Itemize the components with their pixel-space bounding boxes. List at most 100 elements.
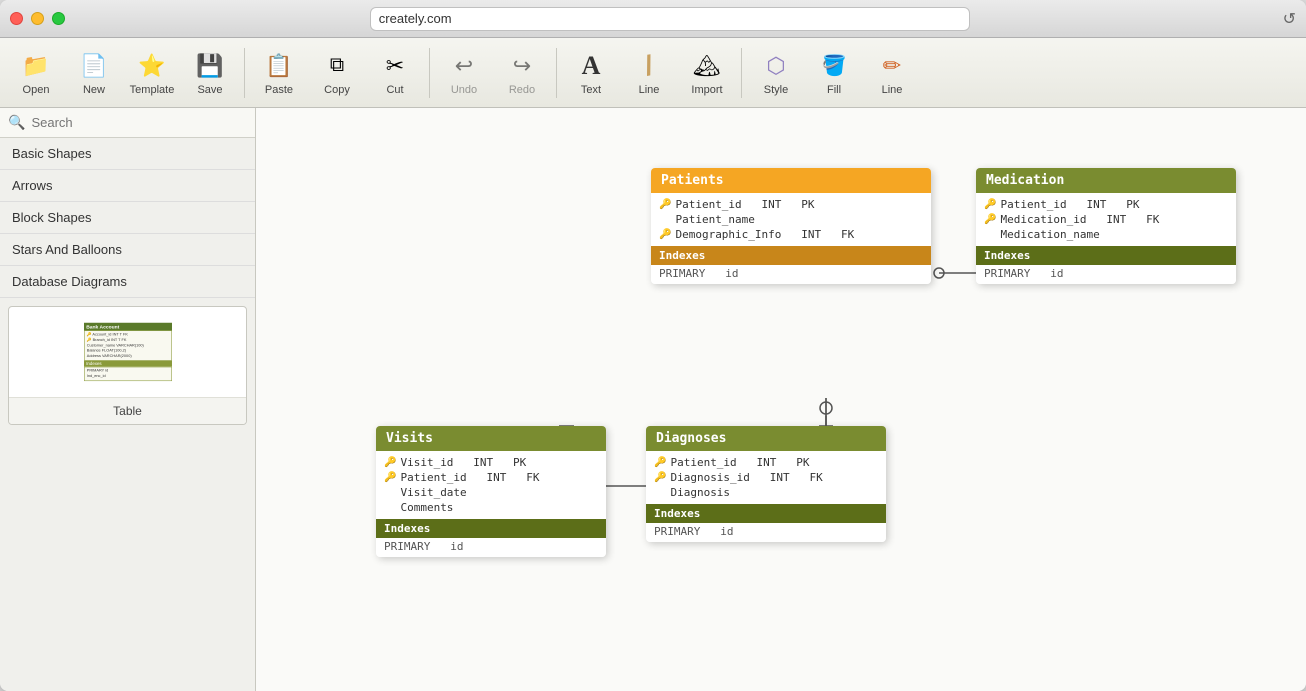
open-button[interactable]: Open — [8, 43, 64, 103]
toolbar: Open New Template Save Paste Copy Cut — [0, 38, 1306, 108]
import-icon — [691, 50, 723, 82]
table-diagnoses[interactable]: Diagnoses 🔑 Patient_id INT PK 🔑 Diagnosi… — [646, 426, 886, 542]
medication-header: Medication — [976, 168, 1236, 193]
copy-button[interactable]: Copy — [309, 43, 365, 103]
search-box[interactable]: 🔍 — [0, 108, 255, 138]
diagnoses-row-2: 🔑 Diagnosis_id INT FK — [654, 470, 878, 485]
preview-image: Bank Account 🔑 Account_id INT T FK 🔑 Bra… — [9, 307, 246, 397]
table-medication[interactable]: Medication 🔑 Patient_id INT PK 🔑 Medicat… — [976, 168, 1236, 284]
copy-label: Copy — [324, 84, 350, 96]
app-window: creately.com ↺ Open New Template Save Pa… — [0, 0, 1306, 691]
url-text: creately.com — [379, 11, 452, 26]
mini-table-preview: Bank Account 🔑 Account_id INT T FK 🔑 Bra… — [84, 323, 172, 381]
minimize-button[interactable] — [31, 12, 44, 25]
toolbar-separator-3 — [556, 48, 557, 98]
fill-icon — [818, 50, 850, 82]
save-button[interactable]: Save — [182, 43, 238, 103]
visits-row-2: 🔑 Patient_id INT FK — [384, 470, 598, 485]
redo-icon — [506, 50, 538, 82]
line-button[interactable]: Line — [621, 43, 677, 103]
sidebar-item-basic-shapes[interactable]: Basic Shapes — [0, 138, 255, 170]
toolbar-separator-2 — [429, 48, 430, 98]
preview-label: Table — [9, 397, 246, 424]
undo-button[interactable]: Undo — [436, 43, 492, 103]
diagnoses-indexes-header: Indexes — [646, 504, 886, 523]
redo-button[interactable]: Redo — [494, 43, 550, 103]
patients-row-1: 🔑 Patient_id INT PK — [659, 197, 923, 212]
new-button[interactable]: New — [66, 43, 122, 103]
text-button[interactable]: Text — [563, 43, 619, 103]
table-patients[interactable]: Patients 🔑 Patient_id INT PK 🔑 Patient_n… — [651, 168, 931, 284]
style-button[interactable]: Style — [748, 43, 804, 103]
visits-row-4: 🔑 Comments — [384, 500, 598, 515]
save-icon — [194, 50, 226, 82]
diagnoses-index-row: PRIMARY id — [646, 523, 886, 542]
diagnoses-row-3: 🔑 Diagnosis — [654, 485, 878, 500]
close-button[interactable] — [10, 12, 23, 25]
import-button[interactable]: Import — [679, 43, 735, 103]
patients-header: Patients — [651, 168, 931, 193]
refresh-button[interactable]: ↺ — [1283, 9, 1296, 29]
sidebar: 🔍 Basic Shapes Arrows Block Shapes Stars… — [0, 108, 256, 691]
linestyle-label: Line — [882, 84, 903, 96]
maximize-button[interactable] — [52, 12, 65, 25]
table-visits[interactable]: Visits 🔑 Visit_id INT PK 🔑 Patient_id IN… — [376, 426, 606, 557]
text-icon — [575, 50, 607, 82]
url-bar[interactable]: creately.com — [370, 7, 970, 31]
cut-button[interactable]: Cut — [367, 43, 423, 103]
paste-icon — [263, 50, 295, 82]
medication-indexes-header: Indexes — [976, 246, 1236, 265]
visits-body: 🔑 Visit_id INT PK 🔑 Patient_id INT FK 🔑 … — [376, 451, 606, 519]
toolbar-separator-4 — [741, 48, 742, 98]
linestyle-icon — [876, 50, 908, 82]
fill-button[interactable]: Fill — [806, 43, 862, 103]
save-label: Save — [197, 84, 222, 96]
paste-button[interactable]: Paste — [251, 43, 307, 103]
search-input[interactable] — [31, 115, 247, 130]
line-style-button[interactable]: Line — [864, 43, 920, 103]
text-label: Text — [581, 84, 601, 96]
sidebar-item-arrows[interactable]: Arrows — [0, 170, 255, 202]
shape-preview[interactable]: Bank Account 🔑 Account_id INT T FK 🔑 Bra… — [8, 306, 247, 425]
open-label: Open — [23, 84, 50, 96]
copy-icon — [321, 50, 353, 82]
patients-row-2: 🔑 Patient_name — [659, 212, 923, 227]
diagnoses-header: Diagnoses — [646, 426, 886, 451]
mini-table-body: 🔑 Account_id INT T FK 🔑 Branch_id INT T … — [84, 331, 172, 361]
key-icon-8: 🔑 — [654, 472, 666, 483]
style-label: Style — [764, 84, 788, 96]
main-area: 🔍 Basic Shapes Arrows Block Shapes Stars… — [0, 108, 1306, 691]
toolbar-separator-1 — [244, 48, 245, 98]
line-tool-icon — [633, 50, 665, 82]
sidebar-item-block-shapes[interactable]: Block Shapes — [0, 202, 255, 234]
diagnoses-row-1: 🔑 Patient_id INT PK — [654, 455, 878, 470]
undo-icon — [448, 50, 480, 82]
sidebar-item-database-diagrams[interactable]: Database Diagrams — [0, 266, 255, 298]
patients-index-row: PRIMARY id — [651, 265, 931, 284]
key-icon-7: 🔑 — [654, 457, 666, 468]
key-icon-2: 🔑 — [659, 229, 671, 240]
canvas[interactable]: Patients 🔑 Patient_id INT PK 🔑 Patient_n… — [256, 108, 1306, 691]
key-icon-1: 🔑 — [659, 199, 671, 210]
paste-label: Paste — [265, 84, 293, 96]
cut-label: Cut — [386, 84, 403, 96]
medication-index-row: PRIMARY id — [976, 265, 1236, 284]
visits-indexes-header: Indexes — [376, 519, 606, 538]
titlebar: creately.com ↺ — [0, 0, 1306, 38]
key-icon-4: 🔑 — [984, 214, 996, 225]
redo-label: Redo — [509, 84, 535, 96]
template-button[interactable]: Template — [124, 43, 180, 103]
folder-icon — [20, 50, 52, 82]
key-icon-6: 🔑 — [384, 472, 396, 483]
key-icon-3: 🔑 — [984, 199, 996, 210]
template-label: Template — [130, 84, 175, 96]
key-icon-5: 🔑 — [384, 457, 396, 468]
fill-label: Fill — [827, 84, 841, 96]
sidebar-item-stars-balloons[interactable]: Stars And Balloons — [0, 234, 255, 266]
diagnoses-body: 🔑 Patient_id INT PK 🔑 Diagnosis_id INT F… — [646, 451, 886, 504]
visits-header: Visits — [376, 426, 606, 451]
medication-body: 🔑 Patient_id INT PK 🔑 Medication_id INT … — [976, 193, 1236, 246]
import-label: Import — [691, 84, 722, 96]
search-icon: 🔍 — [8, 114, 25, 131]
template-icon — [136, 50, 168, 82]
